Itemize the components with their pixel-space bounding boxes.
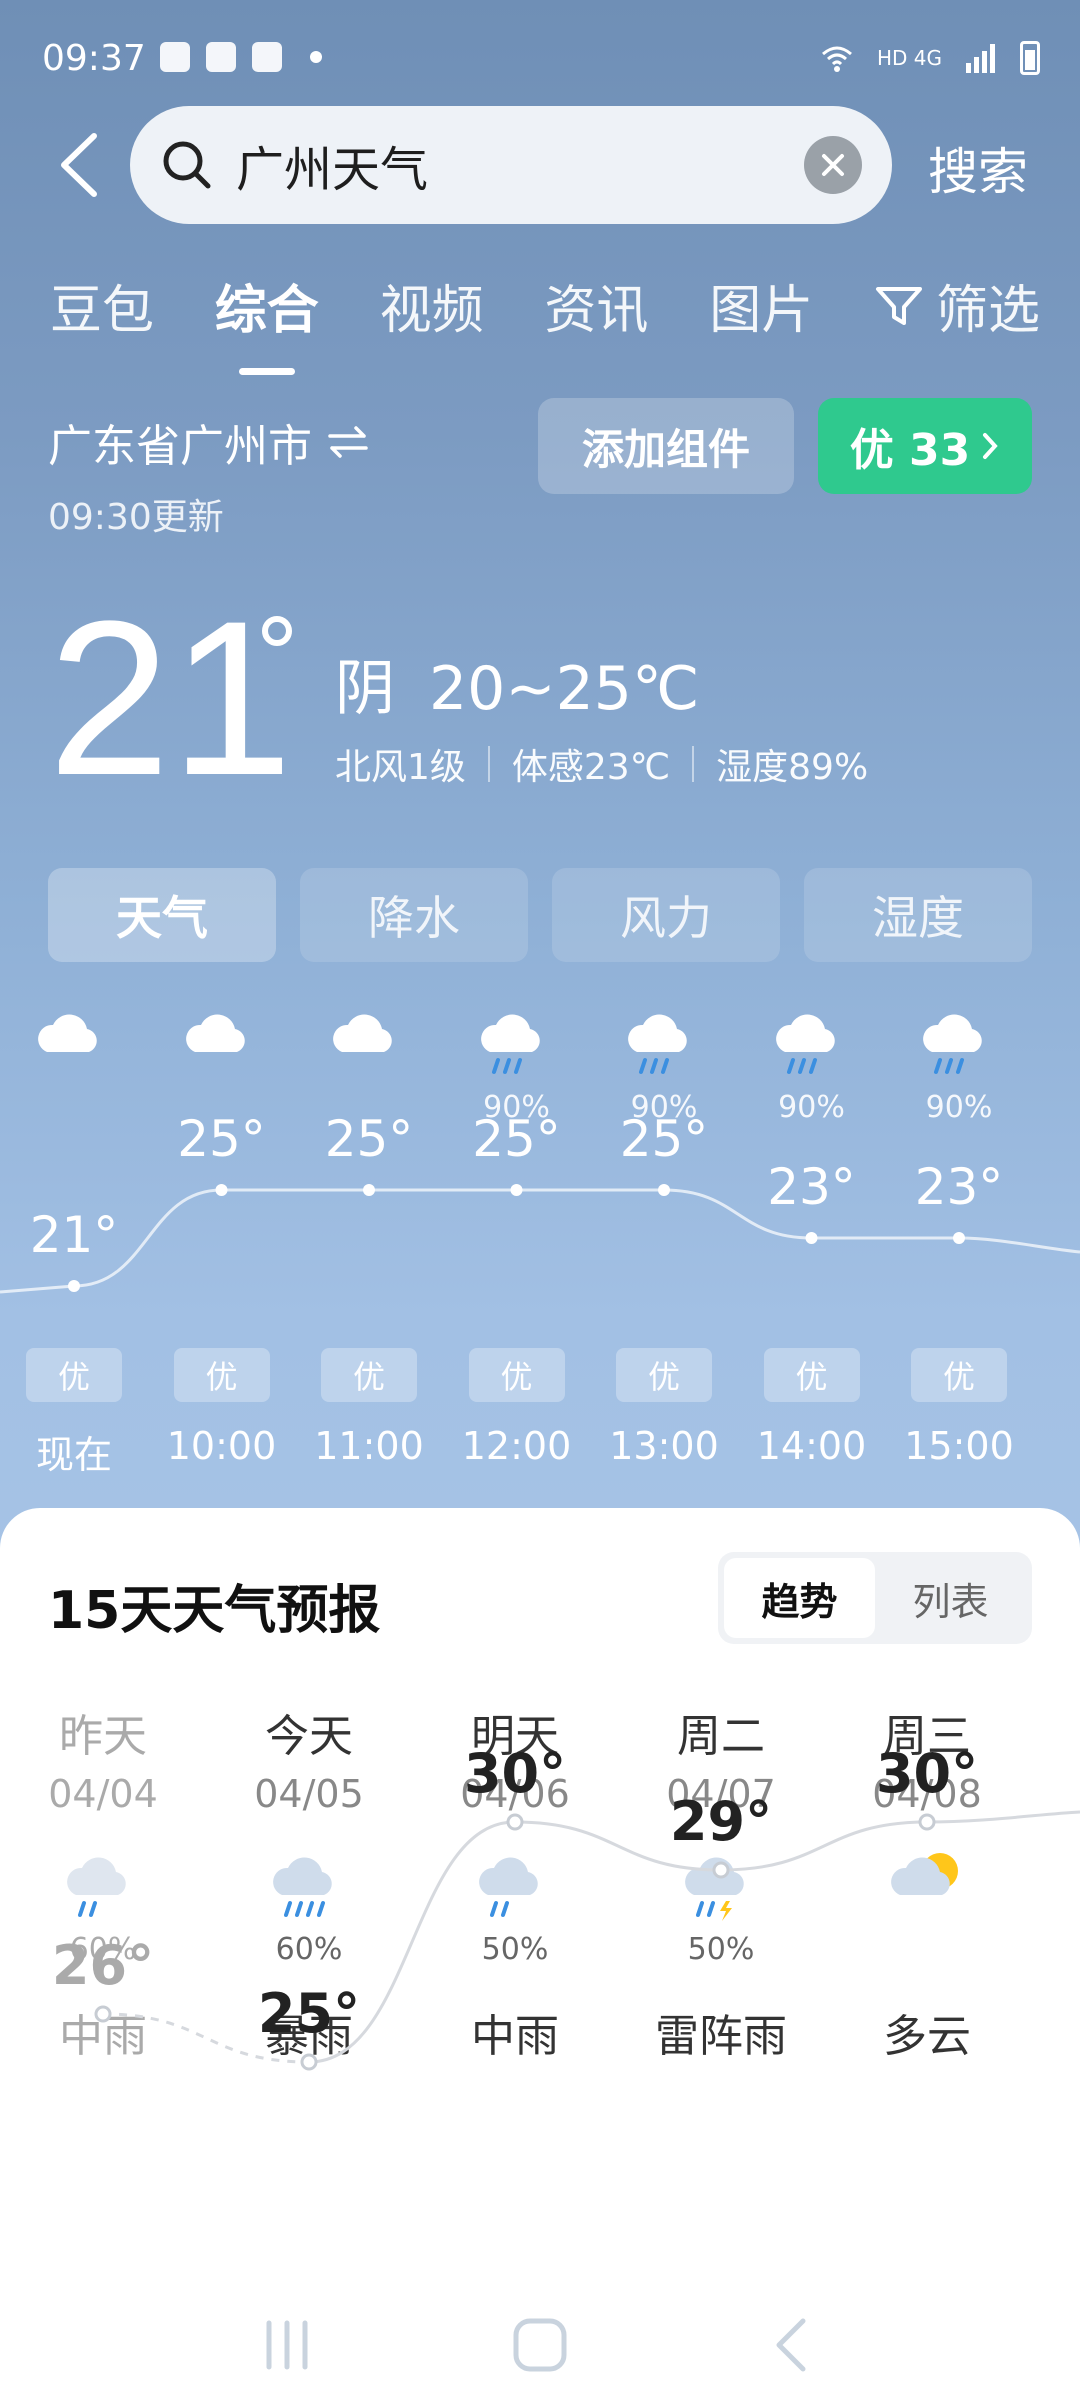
daily-curve-segment [102,2012,310,2064]
home-icon[interactable] [510,2315,570,2375]
back-nav-icon[interactable] [763,2315,823,2375]
hourly-curve-point [805,1232,818,1244]
system-navbar [0,2290,1080,2400]
hourly-curve-point [658,1184,670,1196]
hourly-curve-point [215,1184,228,1196]
hourly-curve-point [363,1184,375,1196]
daily-curve-segment [308,1820,516,2064]
hourly-curve-point [510,1184,523,1196]
daily-temp-curve [94,1810,1080,2071]
hourly-temp-curve [0,1184,1080,1294]
hourly-curve-line [0,1188,1080,1294]
daily-curve-point [300,2053,318,2071]
daily-curve-segment [720,1820,928,1872]
recent-apps-icon[interactable] [257,2315,317,2375]
forecast-card: 15天天气预报 趋势 列表 昨天 04/04 60% 中雨 26° 今天 04/05 60% 暴… [0,1508,1080,2400]
daily-curve-point [94,2005,112,2023]
hourly-curve-point [953,1232,965,1244]
daily-curve-segment [514,1820,722,1872]
hourly-curve-point [68,1280,80,1292]
daily-curve-point [506,1813,524,1831]
daily-curve-point [712,1861,730,1879]
daily-curve-segment [926,1810,1080,1824]
daily-curve-point [918,1813,936,1831]
